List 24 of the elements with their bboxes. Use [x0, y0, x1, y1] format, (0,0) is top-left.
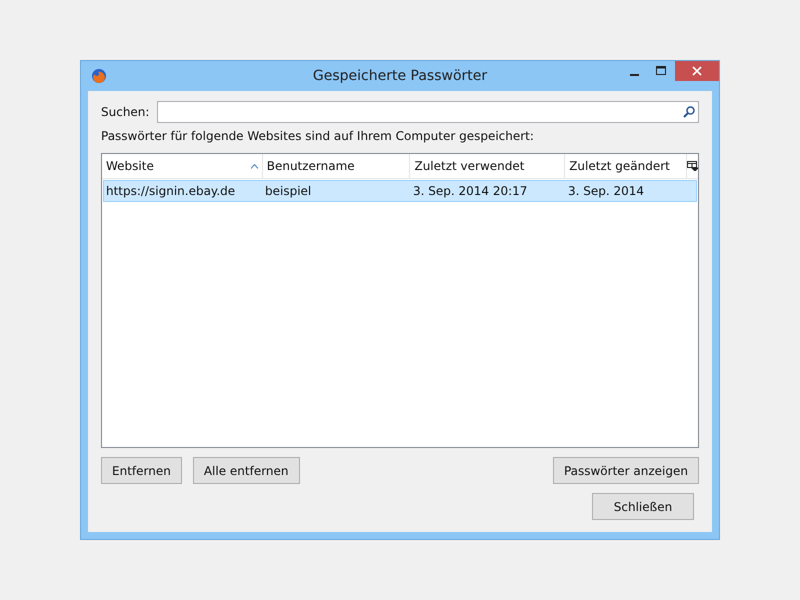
- column-header[interactable]: Benutzername: [262, 154, 410, 178]
- browser-logo-icon: [91, 68, 107, 84]
- remove-button[interactable]: Entfernen: [101, 457, 182, 484]
- close-dialog-button[interactable]: Schließen: [592, 493, 694, 520]
- table-cell-text: 3. Sep. 2014: [567, 183, 646, 200]
- minimize-icon: [630, 74, 639, 76]
- column-picker-icon[interactable]: [687, 161, 698, 171]
- table-cell-text: 3. Sep. 2014 20:17: [412, 183, 528, 200]
- table-cell-text: https://signin.ebay.de: [105, 183, 236, 200]
- column-header[interactable]: Zuletzt verwendet: [410, 154, 566, 178]
- description-text: Passwörter für folgende Websites sind auf Ihrem Computer gespeichert:: [101, 129, 535, 143]
- search-icon: [683, 106, 695, 118]
- show-passwords-button[interactable]: Passwörter anzeigen: [552, 457, 699, 484]
- maximize-icon: [656, 66, 667, 76]
- search-label: Suchen:: [101, 105, 150, 119]
- column-header[interactable]: Website: [102, 154, 263, 178]
- column-header[interactable]: Zuletzt geändert: [565, 154, 687, 178]
- table-cell-text: beispiel: [264, 183, 312, 200]
- close-icon: [692, 66, 702, 76]
- search-field[interactable]: [157, 101, 699, 123]
- remove-all-button[interactable]: Alle entfernen: [192, 457, 300, 484]
- table-row[interactable]: https://signin.ebay.de beispiel 3. Sep. 2014 20:17 3. Sep. 2014: [103, 180, 697, 202]
- window-title: Gespeicherte Passwörter: [312, 68, 488, 84]
- close-button[interactable]: [675, 61, 719, 81]
